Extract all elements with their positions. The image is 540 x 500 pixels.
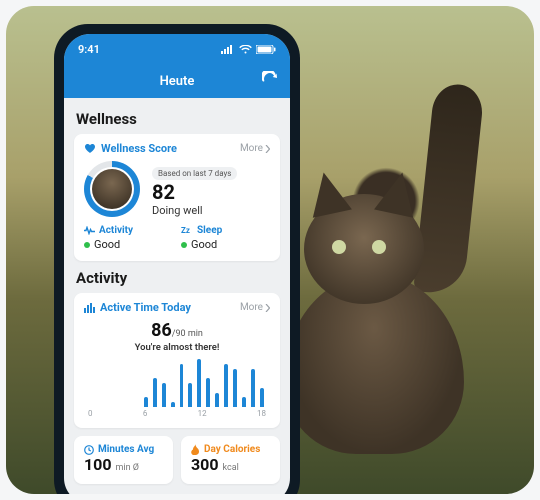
- hero-image: 9:41 Heute Wellness: [6, 6, 534, 494]
- status-time: 9:41: [78, 43, 100, 56]
- wellness-score-desc: Doing well: [152, 204, 237, 217]
- chart-bar: [206, 378, 210, 407]
- chart-bar: [144, 397, 148, 407]
- heart-icon: [84, 143, 96, 154]
- active-time-goal: /90 min: [172, 329, 203, 339]
- active-time-header: Active Time Today More: [84, 301, 270, 314]
- active-time-card[interactable]: Active Time Today More 86/90 min You're …: [74, 293, 280, 428]
- flame-icon: [191, 444, 200, 455]
- chart-bar: [197, 359, 201, 407]
- status-icons: [221, 45, 276, 54]
- wellness-card-header: Wellness Score More: [84, 142, 270, 155]
- scroll-content[interactable]: Wellness Wellness Score More: [64, 98, 290, 494]
- activity-metric[interactable]: Activity Good: [84, 225, 173, 251]
- chart-bar: [242, 397, 246, 407]
- app-bar: Heute: [64, 64, 290, 98]
- status-dot-good: [84, 242, 90, 248]
- signal-icon: [221, 45, 235, 54]
- active-time-bar-chart: [84, 359, 270, 407]
- chevron-right-icon: [265, 145, 270, 153]
- chart-bar: [260, 388, 264, 407]
- chart-bar: [251, 369, 255, 407]
- wellness-more-button[interactable]: More: [240, 143, 270, 154]
- active-time-title: Active Time Today: [100, 301, 191, 314]
- chart-bar: [233, 369, 237, 407]
- sleep-metric[interactable]: Zz Sleep Good: [181, 225, 270, 251]
- day-calories-value: 300: [191, 455, 219, 474]
- refresh-button[interactable]: [262, 71, 278, 91]
- chart-bar: [215, 393, 219, 407]
- minutes-avg-card[interactable]: Minutes Avg 100 min Ø: [74, 436, 173, 484]
- day-calories-card[interactable]: Day Calories 300 kcal: [181, 436, 280, 484]
- wellness-card-title: Wellness Score: [101, 142, 177, 155]
- activity-section-title: Activity: [76, 269, 278, 287]
- chart-bar: [224, 364, 228, 407]
- status-bar: 9:41: [64, 34, 290, 64]
- app-bar-title: Heute: [160, 74, 195, 89]
- active-time-value: 86: [151, 320, 172, 341]
- refresh-icon: [262, 71, 278, 87]
- svg-text:Zz: Zz: [181, 226, 190, 235]
- chart-bar: [162, 383, 166, 407]
- sleep-icon: Zz: [181, 226, 193, 235]
- active-time-sub: You're almost there!: [84, 342, 270, 353]
- wellness-progress-ring: [84, 161, 140, 217]
- chart-bar: [153, 378, 157, 407]
- status-dot-good: [181, 242, 187, 248]
- clock-icon: [84, 445, 94, 455]
- active-time-more-button[interactable]: More: [240, 302, 270, 313]
- pulse-icon: [84, 226, 95, 235]
- chart-x-axis: 0 6 12 18: [84, 409, 270, 418]
- wellness-score-value: 82: [152, 182, 237, 202]
- phone-screen: 9:41 Heute Wellness: [64, 34, 290, 494]
- battery-icon: [256, 45, 276, 54]
- chart-bar: [171, 402, 175, 407]
- chevron-right-icon: [265, 304, 270, 312]
- wellness-basis-pill: Based on last 7 days: [152, 167, 237, 180]
- pet-avatar: [92, 169, 132, 209]
- phone-frame: 9:41 Heute Wellness: [54, 24, 300, 494]
- wellness-section-title: Wellness: [76, 110, 278, 128]
- wellness-card[interactable]: Wellness Score More Based on last 7 days: [74, 134, 280, 261]
- wifi-icon: [239, 45, 252, 54]
- minutes-avg-value: 100: [84, 455, 112, 474]
- chart-bar: [180, 364, 184, 407]
- chart-bar: [188, 383, 192, 407]
- bars-icon: [84, 303, 95, 313]
